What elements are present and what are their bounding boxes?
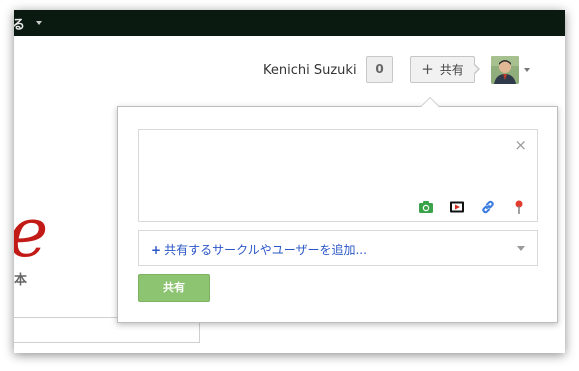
close-icon[interactable]: × — [514, 138, 527, 153]
logo-subtext: 本 — [14, 273, 28, 288]
share-button-label: 共有 — [439, 63, 464, 77]
post-text-area[interactable]: × — [138, 129, 538, 222]
topbar-menu-label[interactable]: る — [14, 14, 25, 33]
share-button-arrow-fill — [473, 64, 478, 74]
plus-icon: + — [151, 243, 162, 257]
browser-window: る Kenichi Suzuki 0 + 共有 e 本 × — [14, 10, 565, 353]
add-circles-text: 共有するサークルやユーザーを追加... — [164, 243, 367, 257]
link-icon[interactable] — [480, 199, 496, 215]
notification-count-button[interactable]: 0 — [366, 56, 393, 83]
share-button[interactable]: + 共有 — [410, 56, 475, 83]
logo-letter: e — [14, 200, 48, 268]
plus-icon: + — [421, 60, 434, 78]
avatar[interactable] — [491, 56, 519, 84]
video-icon[interactable] — [449, 199, 465, 215]
camera-icon[interactable] — [418, 199, 434, 215]
avatar-menu-chevron-down-icon[interactable] — [524, 68, 530, 72]
user-name[interactable]: Kenichi Suzuki — [263, 63, 357, 78]
add-circles-label: + 共有するサークルやユーザーを追加... — [151, 241, 367, 258]
top-navigation-bar: る — [14, 10, 565, 36]
media-attachment-icons — [418, 199, 527, 215]
share-popup: × + 共有するサークルやユーザーを追加... 共有 — [117, 97, 558, 323]
chevron-down-icon[interactable] — [517, 246, 525, 251]
avatar-image — [491, 56, 519, 84]
add-circles-dropdown[interactable]: + 共有するサークルやユーザーを追加... — [138, 230, 538, 266]
popup-pointer-fill — [421, 98, 439, 107]
submit-share-button[interactable]: 共有 — [138, 274, 210, 302]
location-pin-icon[interactable] — [511, 199, 527, 215]
chevron-down-icon[interactable] — [36, 21, 42, 25]
